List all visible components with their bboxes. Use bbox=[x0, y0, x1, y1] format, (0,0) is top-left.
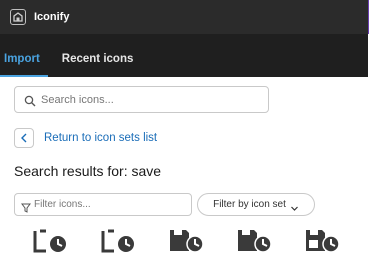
iconify-logo-icon bbox=[10, 9, 26, 25]
tab-bar: Import Recent icons bbox=[0, 34, 368, 77]
search-input[interactable]: Search icons... bbox=[14, 86, 269, 113]
back-link[interactable]: Return to icon sets list bbox=[44, 132, 157, 144]
save-history-icon[interactable] bbox=[100, 227, 146, 255]
filter-by-icon-set-label: Filter by icon set bbox=[213, 199, 286, 210]
save-history-icon[interactable] bbox=[168, 227, 214, 255]
save-history-icon[interactable] bbox=[32, 227, 78, 255]
filter-icons-input[interactable]: Filter icons... bbox=[14, 193, 192, 216]
tab-recent-icons[interactable]: Recent icons bbox=[50, 34, 144, 77]
search-placeholder: Search icons... bbox=[41, 93, 114, 106]
title-bar: Iconify bbox=[0, 0, 368, 34]
search-icon bbox=[24, 94, 36, 106]
save-history-icon[interactable] bbox=[304, 227, 350, 255]
save-history-icon[interactable] bbox=[236, 227, 282, 255]
window-edge bbox=[368, 0, 372, 260]
filter-by-icon-set-dropdown[interactable]: Filter by icon set bbox=[197, 193, 315, 216]
window-title: Iconify bbox=[34, 11, 70, 23]
chevron-left-icon bbox=[21, 133, 27, 143]
back-button[interactable] bbox=[14, 128, 34, 148]
plugin-window: Iconify Import Recent icons Search icons… bbox=[0, 0, 368, 260]
tab-import[interactable]: Import bbox=[0, 34, 50, 77]
filter-icon bbox=[21, 200, 31, 213]
search-results-grid bbox=[14, 227, 368, 257]
filter-placeholder: Filter icons... bbox=[34, 199, 91, 210]
search-results-title: Search results for: save bbox=[14, 163, 162, 179]
tab-import-label: Import bbox=[4, 53, 40, 65]
tab-recent-icons-label: Recent icons bbox=[61, 53, 134, 65]
back-to-icon-sets[interactable]: Return to icon sets list bbox=[14, 127, 157, 149]
chevron-down-icon bbox=[290, 200, 299, 211]
